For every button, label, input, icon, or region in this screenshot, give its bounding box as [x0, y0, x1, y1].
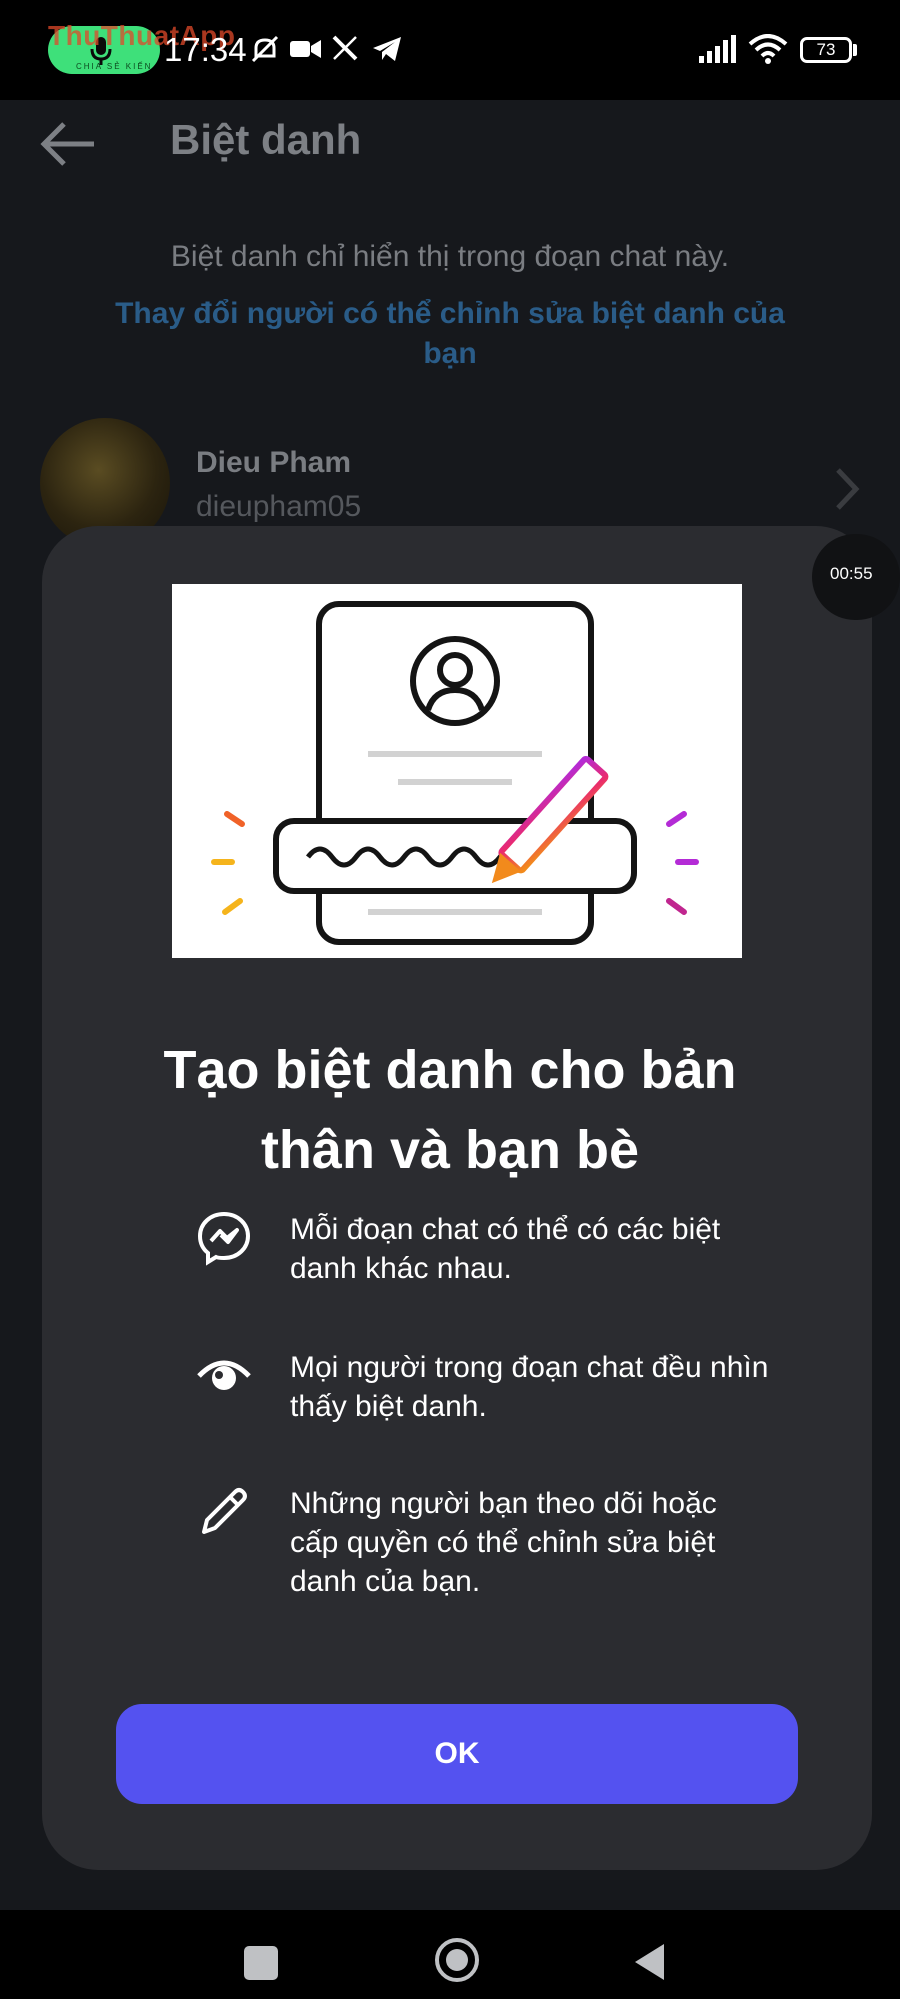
watermark-tagline: CHIA SẺ KIẾN: [76, 62, 153, 71]
clock: 17:34: [164, 31, 247, 68]
sheet-headline: Tạo biệt danh cho bản thân và bạn bè: [0, 1030, 900, 1190]
nickname-hint: Biệt danh chỉ hiển thị trong đoạn chat n…: [170, 240, 730, 273]
status-bar: ThuThuatApp CHIA SẺ KIẾN 17:34 73: [0, 0, 900, 100]
pencil-icon: [202, 1488, 247, 1534]
home-button[interactable]: [435, 1938, 479, 1982]
feature-text: Mỗi đoạn chat có thể có các biệt danh kh…: [290, 1213, 721, 1285]
alarm-off-icon: [251, 35, 279, 63]
member-username: dieupham05: [196, 490, 362, 523]
eye-icon: [197, 1360, 251, 1390]
sheet-headline-text: Tạo biệt danh cho bản thân và bạn bè: [163, 1040, 737, 1180]
signal-icon: [699, 35, 736, 63]
battery-level: 73: [816, 40, 836, 59]
back-arrow-icon[interactable]: [40, 120, 100, 168]
feature-text: Mọi người trong đoạn chat đều nhìn thấy …: [290, 1351, 769, 1423]
messenger-icon: [197, 1211, 251, 1266]
video-icon: [290, 40, 321, 58]
wifi-icon: [748, 34, 788, 64]
feature-text: Những người bạn theo dõi hoặc cấp quyền …: [290, 1487, 717, 1598]
change-editors-link[interactable]: Thay đổi người có thể chỉnh sửa biệt dan…: [0, 294, 900, 374]
page-title: Biệt danh: [170, 116, 362, 163]
x-twitter-icon: [332, 35, 358, 61]
battery-indicator: 73: [800, 37, 852, 63]
chevron-right-icon[interactable]: [832, 466, 862, 512]
telegram-icon: [373, 37, 401, 61]
nickname-illustration: [172, 584, 742, 958]
recent-apps-button[interactable]: [244, 1946, 278, 1980]
recording-timer: 00:55: [812, 534, 900, 620]
ok-button[interactable]: OK: [116, 1704, 798, 1804]
battery-tip: [853, 44, 857, 56]
recording-timer-label: 00:55: [830, 564, 873, 583]
member-name[interactable]: Dieu Pham: [196, 446, 351, 480]
nav-back-button[interactable]: [632, 1942, 666, 1982]
